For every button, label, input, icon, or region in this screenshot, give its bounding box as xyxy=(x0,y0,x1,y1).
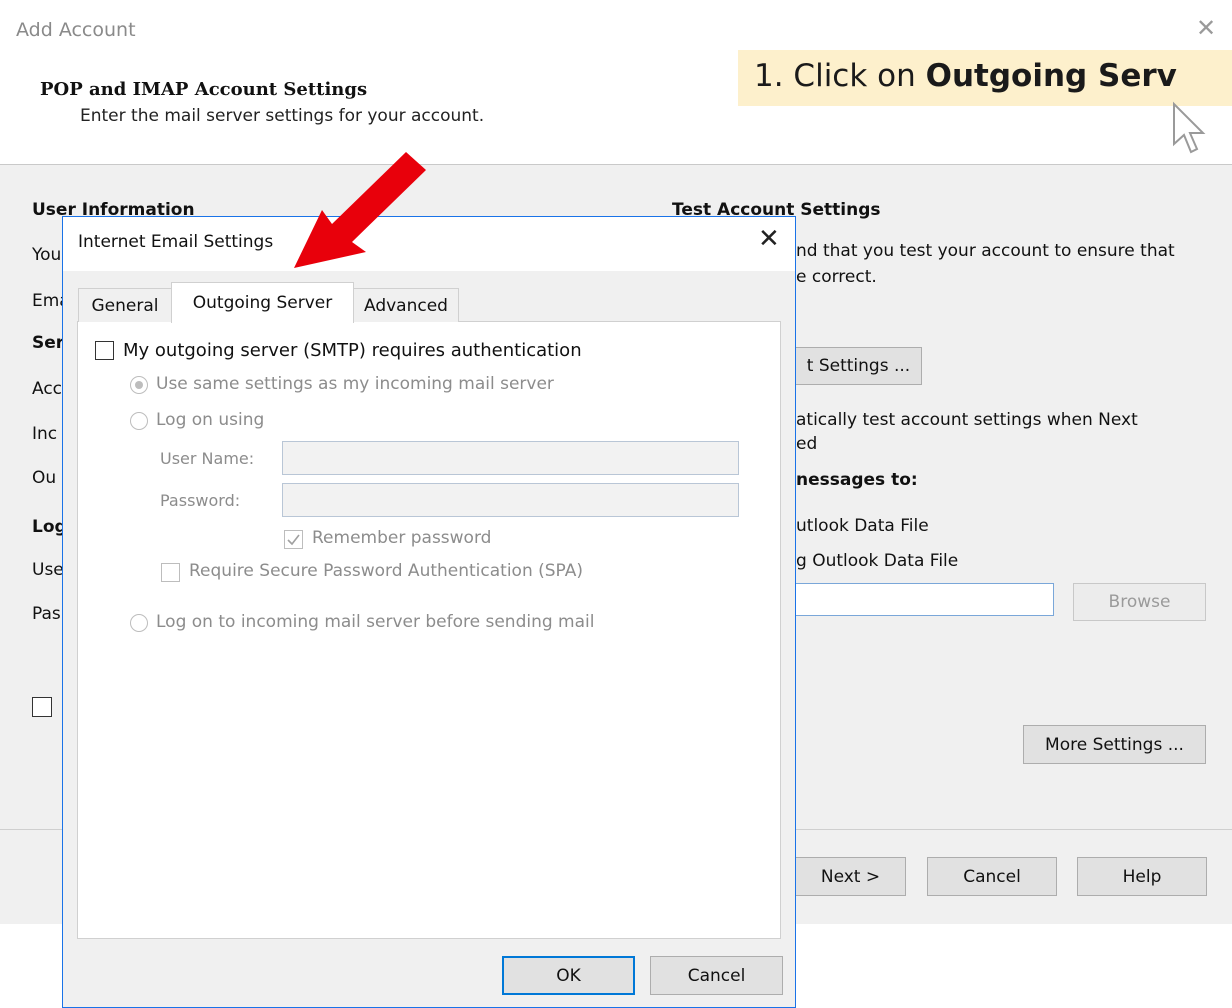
server-info-heading-fragment: Ser xyxy=(32,333,65,353)
username-label-fragment: Use xyxy=(32,560,64,580)
same-settings-label: Use same settings as my incoming mail se… xyxy=(156,374,554,394)
log-on-incoming-radio[interactable] xyxy=(130,614,148,632)
radio-selected-dot xyxy=(135,381,143,389)
log-on-using-radio[interactable] xyxy=(130,412,148,430)
dialog-cancel-button[interactable]: Cancel xyxy=(650,956,783,995)
auto-test-line1: atically test account settings when Next xyxy=(796,410,1138,430)
callout-bold: Outgoing Serv xyxy=(925,58,1177,94)
window-close-icon[interactable]: ✕ xyxy=(1196,14,1216,42)
username-label: User Name: xyxy=(160,449,255,468)
auto-test-line2: ed xyxy=(796,434,818,454)
test-account-settings-button[interactable]: t Settings ... xyxy=(796,347,922,385)
wizard-cancel-button[interactable]: Cancel xyxy=(927,857,1057,896)
checkmark-icon xyxy=(287,534,300,546)
log-on-incoming-label: Log on to incoming mail server before se… xyxy=(156,612,595,632)
instruction-callout-text: 1. Click on Outgoing Serv xyxy=(754,58,1177,94)
browse-button[interactable]: Browse xyxy=(1073,583,1206,621)
annotation-arrow-icon xyxy=(294,152,426,268)
test-description-line2: e correct. xyxy=(796,267,877,287)
mouse-pointer-icon xyxy=(1173,101,1206,154)
ok-button[interactable]: OK xyxy=(502,956,635,995)
dialog-title: Internet Email Settings xyxy=(78,232,274,252)
outgoing-server-label-fragment: Ou xyxy=(32,468,57,488)
section-subtitle: Enter the mail server settings for your … xyxy=(80,106,485,126)
tab-advanced[interactable]: Advanced xyxy=(353,288,459,322)
test-description-line1: nd that you test your account to ensure … xyxy=(796,241,1175,261)
username-input[interactable] xyxy=(282,441,739,475)
password-input[interactable] xyxy=(282,483,739,517)
section-title: POP and IMAP Account Settings xyxy=(40,79,368,100)
smtp-auth-checkbox[interactable] xyxy=(95,341,114,360)
your-name-label-fragment: You xyxy=(32,245,62,265)
spa-label: Require Secure Password Authentication (… xyxy=(189,561,583,581)
smtp-auth-label: My outgoing server (SMTP) requires authe… xyxy=(123,340,582,361)
next-button[interactable]: Next > xyxy=(796,857,906,896)
tab-outgoing-server[interactable]: Outgoing Server xyxy=(171,282,354,323)
more-settings-button[interactable]: More Settings ... xyxy=(1023,725,1206,764)
callout-prefix: 1. Click on xyxy=(754,58,926,94)
account-type-label-fragment: Acc xyxy=(32,379,63,399)
data-file-path-input[interactable] xyxy=(796,583,1054,616)
help-button[interactable]: Help xyxy=(1077,857,1207,896)
incoming-server-label-fragment: Inc xyxy=(32,424,58,444)
password-label-fragment: Pas xyxy=(32,604,61,624)
dialog-close-icon[interactable]: ✕ xyxy=(758,224,780,254)
log-on-using-label: Log on using xyxy=(156,410,265,430)
existing-data-file-option[interactable]: g Outlook Data File xyxy=(796,551,958,571)
spa-checkbox[interactable] xyxy=(161,563,180,582)
remember-password-checkbox[interactable] xyxy=(284,530,303,549)
password-label: Password: xyxy=(160,491,241,510)
same-settings-radio[interactable] xyxy=(130,376,148,394)
window-title: Add Account xyxy=(16,19,136,41)
remember-password-checkbox-bg[interactable] xyxy=(32,697,52,717)
tab-general[interactable]: General xyxy=(78,288,172,322)
new-data-file-option[interactable]: utlook Data File xyxy=(796,516,929,536)
deliver-messages-heading: nessages to: xyxy=(796,470,918,490)
remember-password-label: Remember password xyxy=(312,528,492,548)
